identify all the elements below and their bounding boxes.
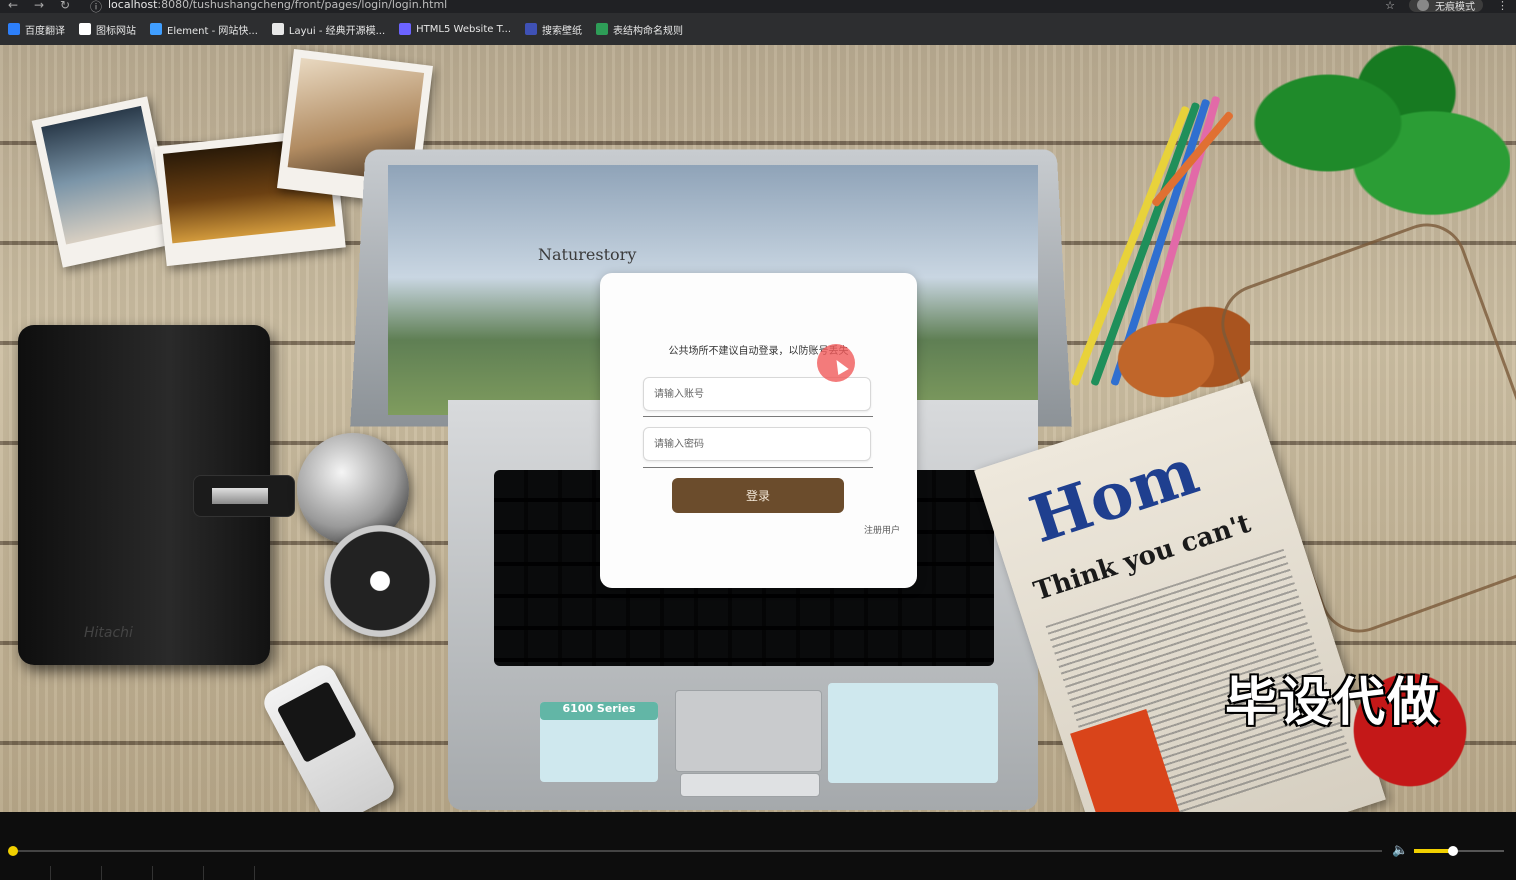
login-card: 公共场所不建议自动登录，以防账号丢失 登录 注册用户 xyxy=(600,273,917,588)
bookmark-favicon-icon xyxy=(271,23,284,35)
bookmark-favicon-icon xyxy=(150,23,162,35)
url-host: localhost xyxy=(108,0,158,11)
username-underline xyxy=(643,416,873,417)
wallet-brand: Hitachi xyxy=(84,625,133,641)
volume-knob[interactable] xyxy=(1448,846,1458,856)
player-controls-strip xyxy=(0,866,1516,880)
username-input[interactable] xyxy=(644,378,870,410)
laptop-screen-logo: Naturestory xyxy=(538,245,637,264)
laptop-sticker-specs xyxy=(828,683,998,783)
sticker-series-label: 6100 Series xyxy=(540,702,658,720)
register-link[interactable]: 注册用户 xyxy=(864,523,900,536)
bookmark-favicon-icon xyxy=(399,23,412,35)
bookmarks-bar: 百度翻译 图标网站 Element - 网站快... Layui - 经典开源模...… xyxy=(0,13,1516,45)
password-underline xyxy=(643,467,873,468)
bookmark-favicon-icon xyxy=(596,23,609,35)
bookmark-label: 表结构命名规则 xyxy=(613,25,684,37)
url-field[interactable]: localhost:8080/tushushangcheng/front/pag… xyxy=(108,0,447,11)
username-field[interactable] xyxy=(643,377,871,411)
incognito-badge[interactable]: 无痕模式 xyxy=(1409,0,1483,13)
bookmark-item[interactable]: Element - 网站快... xyxy=(150,22,258,37)
bookmark-item[interactable]: 百度翻译 xyxy=(8,22,65,37)
watermark-text: 毕设代做 xyxy=(1225,673,1442,733)
bookmark-favicon-icon xyxy=(79,23,91,35)
video-player-bar: 🔈 xyxy=(0,812,1516,880)
browser-menu-icon[interactable]: ⋮ xyxy=(1497,0,1508,12)
bookmark-item[interactable]: HTML5 Website T... xyxy=(399,23,511,35)
volume-icon[interactable]: 🔈 xyxy=(1392,843,1408,858)
reload-icon[interactable]: ↻ xyxy=(60,0,70,12)
bookmark-favicon-icon xyxy=(525,23,538,35)
bookmark-favicon-icon xyxy=(8,23,20,35)
wallet-clasp xyxy=(193,475,295,517)
bookmark-label: 搜索壁纸 xyxy=(542,25,583,37)
bookmark-label: Element - 网站快... xyxy=(167,25,258,37)
password-field[interactable] xyxy=(643,427,871,461)
bookmark-star-icon[interactable]: ☆ xyxy=(1385,0,1395,12)
compass-image xyxy=(324,525,436,637)
login-button[interactable]: 登录 xyxy=(672,478,844,513)
plant-image xyxy=(1250,45,1510,243)
bookmark-item[interactable]: 图标网站 xyxy=(79,22,136,37)
login-tip: 公共场所不建议自动登录，以防账号丢失 xyxy=(668,346,849,357)
forward-icon[interactable]: → xyxy=(34,0,44,12)
incognito-label: 无痕模式 xyxy=(1435,1,1475,13)
bookmark-item[interactable]: Layui - 经典开源模... xyxy=(271,22,386,37)
laptop-sticker-series: 6100 Series xyxy=(540,702,658,782)
browser-address-bar: ← → ↻ ⓘ localhost:8080/tushushangcheng/f… xyxy=(0,0,1516,14)
laptop-trackpad xyxy=(675,690,822,772)
bookmark-item[interactable]: 搜索壁纸 xyxy=(525,22,582,37)
bookmark-label: Layui - 经典开源模... xyxy=(288,25,386,37)
bookmark-label: 图标网站 xyxy=(96,25,136,37)
password-input[interactable] xyxy=(644,428,870,460)
bookmark-label: HTML5 Website T... xyxy=(416,23,512,35)
back-icon[interactable]: ← xyxy=(8,0,18,12)
bookmark-item[interactable]: 表结构命名规则 xyxy=(596,22,683,37)
progress-knob[interactable] xyxy=(8,846,18,856)
bookmark-label: 百度翻译 xyxy=(25,25,65,37)
incognito-icon xyxy=(1417,0,1429,11)
url-path: :8080/tushushangcheng/front/pages/login/… xyxy=(157,0,448,11)
wallet-image: Hitachi xyxy=(18,325,295,665)
progress-track[interactable] xyxy=(12,850,1382,852)
laptop-trackpad-buttons xyxy=(680,773,820,797)
